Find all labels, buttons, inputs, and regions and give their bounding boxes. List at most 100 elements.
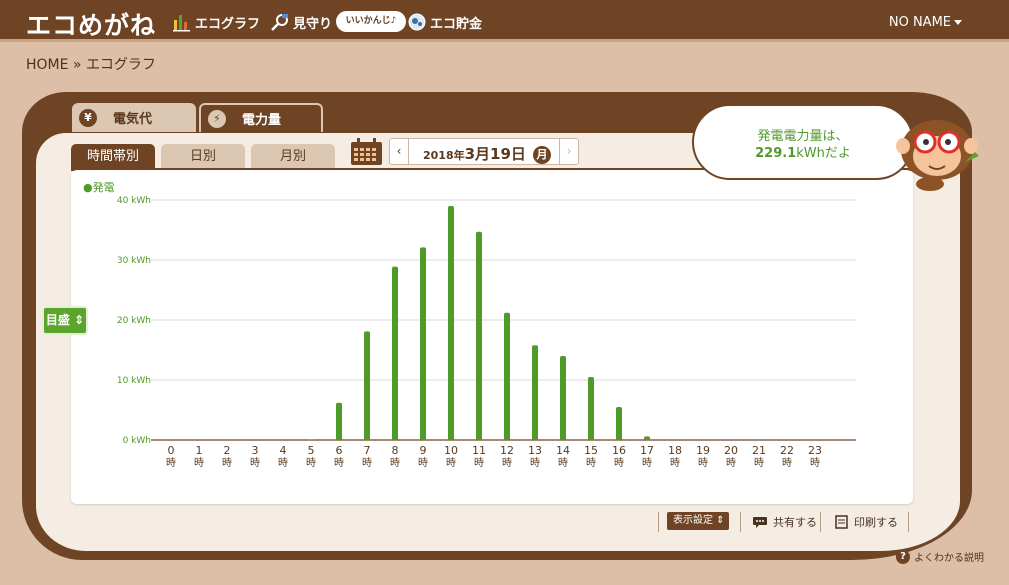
lightning-icon: ⚡ — [208, 109, 226, 128]
magnifier-icon — [271, 14, 288, 31]
print-button[interactable]: 印刷する — [834, 514, 898, 530]
x-tick-label: 7 — [364, 444, 371, 457]
divider — [820, 512, 821, 532]
x-tick-suffix: 時 — [390, 457, 400, 469]
scale-button[interactable]: 目盛 ⇕ — [42, 306, 88, 335]
x-tick-suffix: 時 — [586, 457, 596, 469]
nav-eco-graph[interactable]: エコグラフ — [172, 11, 260, 33]
x-tick-label: 22 — [780, 444, 794, 457]
tab-power-amount[interactable]: ⚡ 電力量 — [199, 103, 323, 132]
tab-daily[interactable]: 日別 — [161, 144, 245, 170]
nav-eco-savings[interactable]: エコ貯金 — [407, 11, 482, 33]
y-tick-label: 40 kWh — [117, 196, 151, 206]
x-tick-label: 3 — [252, 444, 259, 457]
x-tick-label: 16 — [612, 444, 626, 457]
x-tick-label: 11 — [472, 444, 486, 457]
x-tick-suffix: 時 — [782, 457, 792, 469]
chevron-down-icon — [954, 20, 962, 25]
question-icon: ? — [896, 549, 910, 564]
print-label: 印刷する — [854, 516, 898, 529]
yen-icon: ¥ — [79, 108, 97, 127]
bar-hour-9 — [420, 247, 426, 440]
piggy-bank-icon — [408, 13, 426, 31]
x-tick-suffix: 時 — [642, 457, 652, 469]
divider — [740, 512, 741, 532]
nav-watch-label: 見守り — [293, 16, 333, 32]
user-menu[interactable]: NO NAME — [889, 15, 962, 30]
x-tick-label: 23 — [808, 444, 822, 457]
bar-hour-11 — [476, 231, 482, 440]
nav-watch[interactable]: 見守り — [270, 11, 332, 33]
x-tick-suffix: 時 — [558, 457, 568, 469]
current-date: 2018年3月19日月 — [423, 143, 551, 164]
top-navbar: エコめがね エコグラフ 見守り いいかんじ♪ エコ貯金 NO NAME — [0, 0, 1009, 42]
bar-hour-10 — [448, 206, 454, 440]
y-tick-label: 20 kWh — [117, 316, 151, 326]
x-tick-suffix: 時 — [278, 457, 288, 469]
x-tick-suffix: 時 — [698, 457, 708, 469]
x-tick-label: 8 — [392, 444, 399, 457]
x-tick-label: 17 — [640, 444, 654, 457]
monkey-mascot-icon — [896, 120, 979, 191]
printer-icon — [835, 515, 848, 529]
x-tick-suffix: 時 — [726, 457, 736, 469]
tab-power-amount-label: 電力量 — [242, 113, 282, 128]
help-link[interactable]: ? よくわかる説明 — [896, 549, 984, 564]
calendar-icon[interactable] — [350, 138, 383, 166]
nav-eco-savings-label: エコ貯金 — [430, 16, 483, 32]
status-badge: いいかんじ♪ — [336, 11, 406, 32]
x-tick-suffix: 時 — [306, 457, 316, 469]
x-tick-suffix: 時 — [166, 457, 176, 469]
y-tick-label: 0 kWh — [123, 436, 151, 446]
speech-bubble-icon — [753, 516, 767, 528]
bar-hour-12 — [504, 312, 510, 440]
divider — [658, 512, 659, 532]
bar-hour-8 — [392, 266, 398, 440]
x-tick-label: 10 — [444, 444, 458, 457]
display-settings-button[interactable]: 表示設定 ⇕ — [667, 512, 729, 530]
bubble-line2: 229.1kWhだよ — [755, 146, 851, 161]
hourly-generation-chart: 0 kWh10 kWh20 kWh30 kWh40 kWh0時1時2時3時4時5… — [117, 196, 856, 469]
bar-hour-13 — [532, 345, 538, 440]
x-tick-label: 15 — [584, 444, 598, 457]
user-name: NO NAME — [888, 15, 951, 30]
bar-hour-17 — [644, 436, 650, 440]
x-tick-suffix: 時 — [446, 457, 456, 469]
x-tick-suffix: 時 — [250, 457, 260, 469]
x-tick-label: 5 — [308, 444, 315, 457]
y-tick-label: 30 kWh — [117, 256, 151, 266]
x-tick-label: 19 — [696, 444, 710, 457]
breadcrumb[interactable]: HOME » エコグラフ — [26, 54, 156, 74]
x-tick-suffix: 時 — [194, 457, 204, 469]
x-tick-label: 0 — [168, 444, 175, 457]
previous-date-button[interactable]: ‹ — [390, 139, 409, 164]
tab-electricity-cost-label: 電気代 — [113, 112, 153, 127]
bubble-line1: 発電電力量は、 — [757, 129, 849, 144]
app-logo[interactable]: エコめがね — [26, 6, 156, 42]
share-label: 共有する — [773, 516, 817, 529]
bar-hour-14 — [560, 356, 566, 440]
tab-monthly[interactable]: 月別 — [251, 144, 335, 170]
bar-hour-5 — [308, 439, 314, 440]
next-date-button[interactable]: › — [559, 139, 578, 164]
tab-hourly[interactable]: 時間帯別 — [71, 144, 155, 170]
bar-hour-6 — [336, 402, 342, 440]
x-tick-suffix: 時 — [614, 457, 624, 469]
x-tick-label: 2 — [224, 444, 231, 457]
bar-hour-15 — [588, 377, 594, 440]
x-tick-suffix: 時 — [418, 457, 428, 469]
tab-electricity-cost[interactable]: ¥ 電気代 — [72, 103, 196, 132]
bar-chart-icon — [173, 15, 190, 32]
divider — [908, 512, 909, 532]
x-tick-label: 13 — [528, 444, 542, 457]
x-tick-suffix: 時 — [810, 457, 820, 469]
date-navigator: ‹ 2018年3月19日月 › — [389, 138, 579, 165]
x-tick-label: 21 — [752, 444, 766, 457]
x-tick-label: 14 — [556, 444, 570, 457]
weekday-badge: 月 — [532, 146, 551, 164]
share-button[interactable]: 共有する — [752, 514, 817, 530]
x-tick-label: 4 — [280, 444, 287, 457]
help-label: よくわかる説明 — [914, 553, 984, 564]
x-tick-label: 20 — [724, 444, 738, 457]
speech-bubble: 発電電力量は、 229.1kWhだよ — [692, 104, 914, 180]
